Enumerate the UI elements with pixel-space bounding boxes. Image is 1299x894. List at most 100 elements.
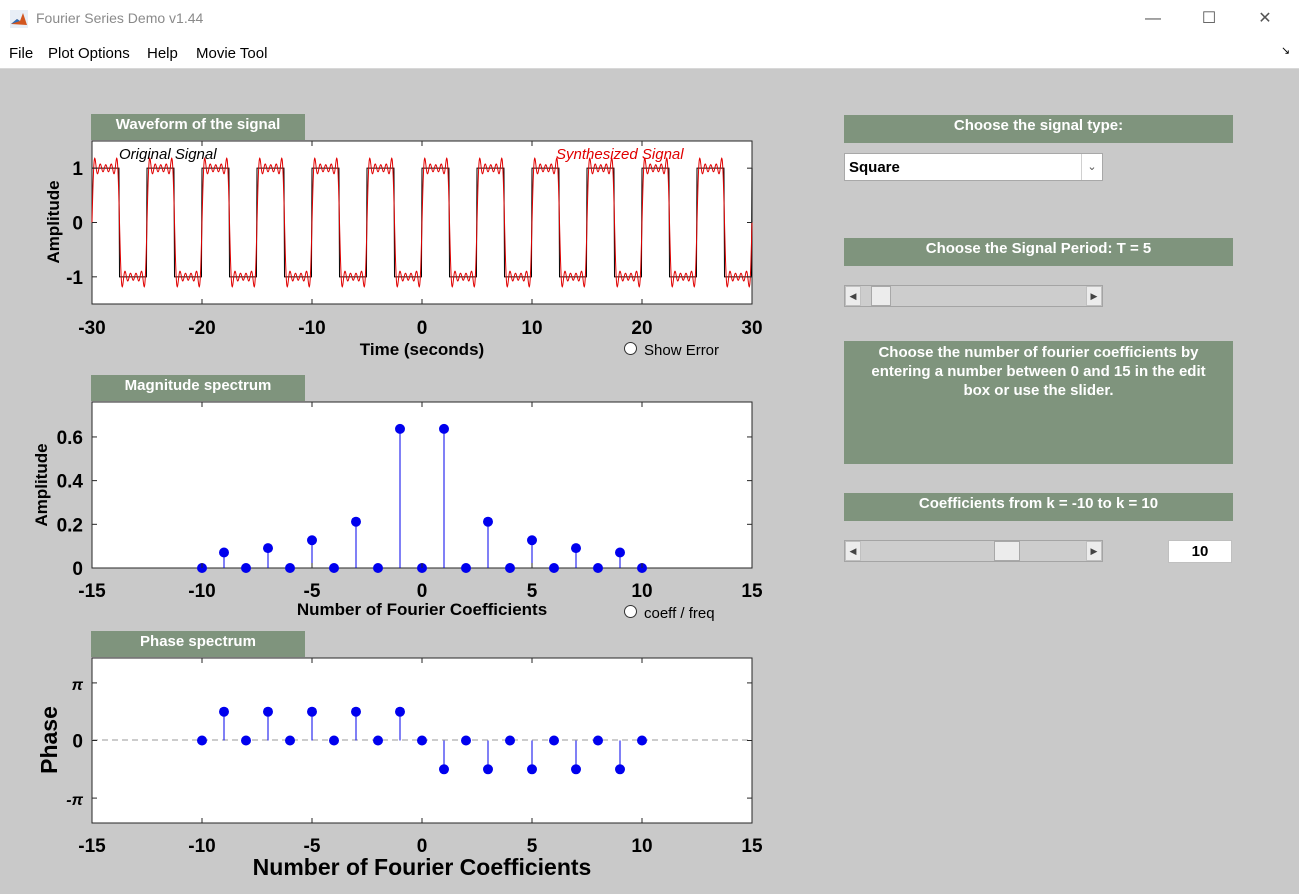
period-slider-thumb[interactable] — [871, 286, 892, 306]
waveform-xtick-label: 0 — [417, 318, 428, 339]
phase-point — [351, 706, 361, 717]
magnitude-point — [549, 563, 559, 573]
menu-movie-tool[interactable]: Movie Tool — [196, 45, 267, 62]
coeff-slider[interactable]: ◀ ▶ — [844, 540, 1103, 562]
waveform-xtick-label: -20 — [188, 318, 215, 339]
menu-help[interactable]: Help — [147, 45, 178, 62]
phase-point — [395, 706, 405, 717]
coeff-edit-box[interactable]: 10 — [1168, 540, 1232, 563]
coeff-freq-label: coeff / freq — [644, 605, 715, 622]
phase-xtick-label: -15 — [78, 836, 106, 857]
magnitude-point — [263, 543, 273, 554]
phase-point — [439, 764, 449, 775]
signal-type-value: Square — [849, 159, 900, 176]
phase-point — [285, 735, 295, 746]
magnitude-point — [373, 563, 383, 573]
phase-ylabel: Phase — [36, 706, 62, 774]
magnitude-point — [241, 563, 251, 573]
phase-point — [219, 706, 229, 717]
magnitude-point — [395, 423, 405, 434]
menu-file[interactable]: File — [9, 45, 33, 62]
close-icon[interactable]: ✕ — [1242, 0, 1288, 38]
magnitude-ytick-label: 0.2 — [57, 515, 83, 536]
menu-bar — [0, 38, 1299, 69]
phase-xlabel: Number of Fourier Coefficients — [253, 854, 592, 880]
period-slider[interactable]: ◀ ▶ — [844, 285, 1103, 307]
coeff-range-header: Coefficients from k = -10 to k = 10 — [844, 493, 1233, 521]
magnitude-plot-area — [91, 401, 753, 569]
phase-xtick-label: 10 — [631, 836, 652, 857]
coeff-instructions: Choose the number of fourier coefficient… — [844, 341, 1233, 464]
signal-type-dropdown[interactable]: Square ⌄ — [844, 153, 1103, 181]
window-title: Fourier Series Demo v1.44 — [36, 10, 204, 26]
magnitude-ytick-label: 0.4 — [57, 472, 84, 493]
phase-xtick-label: -10 — [188, 836, 215, 857]
coeff-freq-radio[interactable] — [624, 605, 637, 618]
phase-ytick-label: -π — [66, 792, 83, 809]
show-error-label: Show Error — [644, 342, 720, 359]
waveform-ytick-label: 0 — [72, 214, 83, 235]
phase-point — [417, 735, 427, 746]
waveform-panel-header: Waveform of the signal — [91, 114, 305, 140]
magnitude-ytick-label: 0 — [72, 559, 83, 580]
magnitude-xtick-label: -10 — [188, 581, 215, 602]
magnitude-point — [483, 516, 493, 527]
waveform-ytick-label: 1 — [72, 159, 83, 180]
magnitude-ylabel: Amplitude — [32, 443, 51, 526]
phase-chart: -15 -10 -5 0 5 10 15 -π0π Number of Fourier Co… — [36, 657, 763, 880]
phase-point — [527, 764, 537, 775]
magnitude-panel-header: Magnitude spectrum — [91, 375, 305, 401]
waveform-chart: Original Signal Synthesized Signal -30 -2… — [44, 140, 763, 359]
magnitude-point — [571, 543, 581, 554]
slider-right-arrow-icon[interactable]: ▶ — [1086, 541, 1102, 561]
phase-ytick-label: 0 — [72, 732, 83, 753]
magnitude-point — [439, 423, 449, 434]
waveform-xtick-label: 30 — [741, 318, 762, 339]
magnitude-xtick-label: 15 — [741, 581, 763, 602]
toolbar-toggle-icon[interactable]: ↘ — [1281, 44, 1290, 57]
magnitude-point — [351, 516, 361, 527]
waveform-xtick-label: 20 — [631, 318, 652, 339]
phase-point — [263, 706, 273, 717]
waveform-xlabel: Time (seconds) — [360, 340, 484, 359]
phase-point — [373, 735, 383, 746]
waveform-ytick-label: -1 — [66, 268, 83, 289]
waveform-xtick-label: -30 — [78, 318, 105, 339]
period-header: Choose the Signal Period: T = 5 — [844, 238, 1233, 266]
slider-right-arrow-icon[interactable]: ▶ — [1086, 286, 1102, 306]
phase-point — [483, 764, 493, 775]
matlab-icon — [10, 10, 28, 28]
magnitude-point — [615, 547, 625, 558]
phase-point — [197, 735, 207, 746]
magnitude-ytick-label: 0.6 — [57, 428, 83, 449]
magnitude-xtick-label: -15 — [78, 581, 106, 602]
magnitude-xtick-label: 5 — [527, 581, 538, 602]
signal-type-header: Choose the signal type: — [844, 115, 1233, 143]
minimize-icon[interactable]: — — [1130, 0, 1176, 38]
waveform-xtick-label: 10 — [521, 318, 542, 339]
coeff-slider-thumb[interactable] — [993, 541, 1020, 561]
phase-point — [593, 735, 603, 746]
chevron-down-icon[interactable]: ⌄ — [1081, 154, 1102, 180]
phase-point — [307, 706, 317, 717]
magnitude-xlabel: Number of Fourier Coefficients — [297, 600, 547, 619]
slider-left-arrow-icon[interactable]: ◀ — [845, 286, 861, 306]
magnitude-xtick-label: 0 — [417, 581, 428, 602]
phase-xtick-label: 15 — [741, 836, 763, 857]
magnitude-point — [307, 535, 317, 546]
phase-ytick-label: π — [72, 677, 84, 694]
legend-synthesized: Synthesized Signal — [556, 146, 684, 163]
magnitude-point — [285, 563, 295, 573]
magnitude-point — [527, 535, 537, 546]
phase-point — [241, 735, 251, 746]
menu-plot-options[interactable]: Plot Options — [48, 45, 130, 62]
magnitude-xtick-label: 10 — [631, 581, 652, 602]
show-error-radio[interactable] — [624, 342, 637, 355]
waveform-xtick-label: -10 — [298, 318, 325, 339]
phase-point — [615, 764, 625, 775]
maximize-icon[interactable]: ☐ — [1186, 0, 1232, 38]
phase-point — [571, 764, 581, 775]
slider-left-arrow-icon[interactable]: ◀ — [845, 541, 861, 561]
phase-point — [549, 735, 559, 746]
phase-point — [329, 735, 339, 746]
